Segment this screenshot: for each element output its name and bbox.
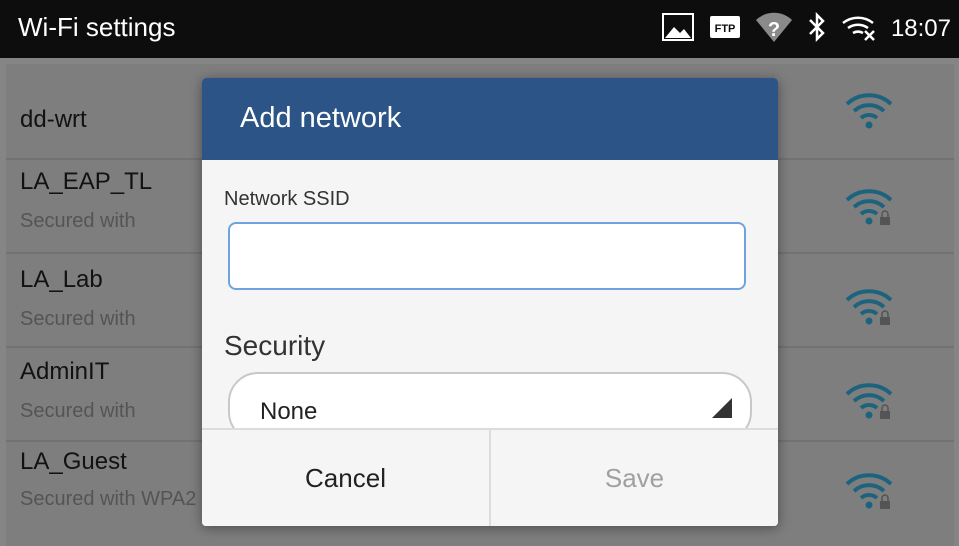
wifi-unknown-icon: ? <box>755 11 793 48</box>
clock: 18:07 <box>890 15 951 42</box>
ssid-input[interactable] <box>228 222 746 290</box>
svg-text:?: ? <box>768 19 780 41</box>
dialog-header: Add network <box>202 78 778 160</box>
ftp-label: FTP <box>715 23 736 35</box>
wifi-x-icon <box>841 13 877 46</box>
status-icons: FTP ? 18:07 <box>661 10 951 48</box>
security-selected-value: None <box>260 398 318 425</box>
dialog-title: Add network <box>240 102 402 134</box>
bluetooth-icon <box>807 11 827 47</box>
screen-title: Wi-Fi settings <box>18 12 176 42</box>
save-button[interactable]: Save <box>491 430 778 526</box>
ftp-icon: FTP <box>709 15 741 44</box>
dropdown-arrow-icon <box>708 394 734 425</box>
ssid-label: Network SSID <box>224 188 350 210</box>
add-network-dialog: Add network Network SSID Security None C… <box>202 78 778 526</box>
security-label: Security <box>224 330 326 361</box>
cancel-button[interactable]: Cancel <box>202 430 489 526</box>
image-icon <box>661 12 695 47</box>
status-bar: Wi-Fi settings FTP ? 18:07 <box>0 0 959 58</box>
